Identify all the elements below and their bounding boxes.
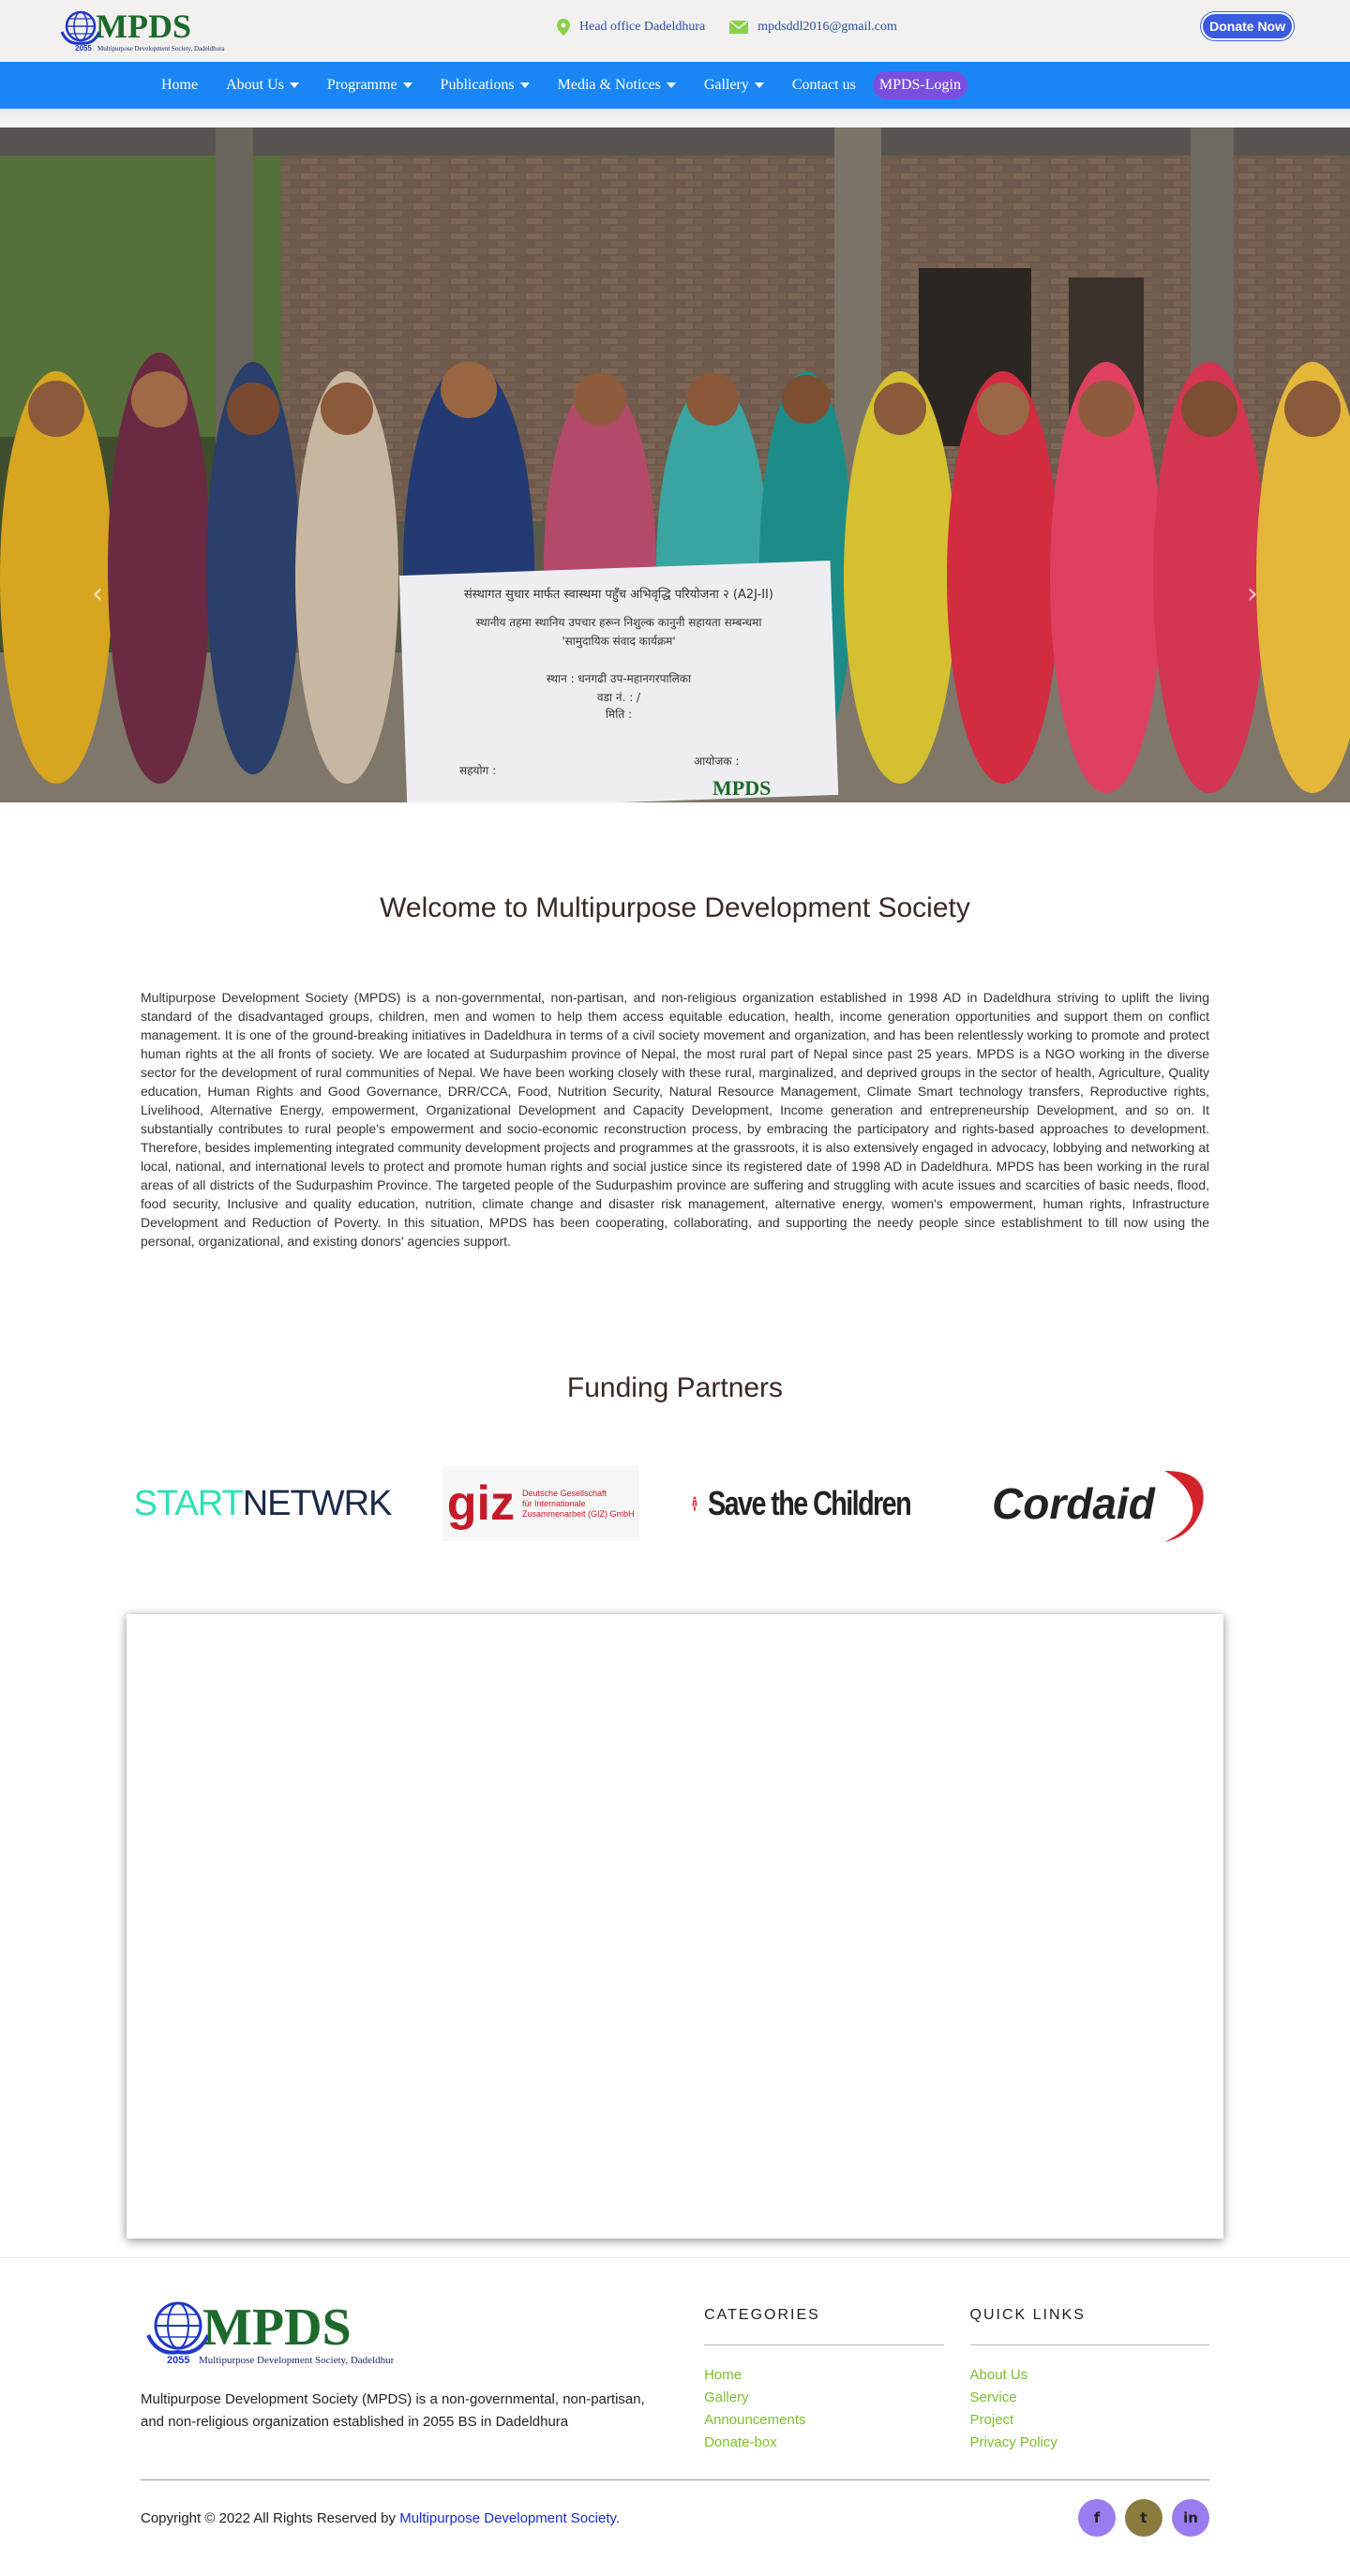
quick-link-about-us[interactable]: About Us: [970, 2364, 1209, 2387]
twitter-icon[interactable]: t: [1125, 2499, 1162, 2537]
copyright: Copyright © 2022 All Rights Reserved by …: [141, 2510, 620, 2526]
donate-button[interactable]: Donate Now: [1201, 12, 1294, 40]
nav-login-button[interactable]: MPDS-Login: [872, 71, 968, 99]
footer-about-text: Multipurpose Development Society (MPDS) …: [141, 2391, 645, 2430]
about-paragraph: Multipurpose Development Society (MPDS) …: [141, 990, 1209, 1249]
caret-down-icon: [519, 82, 530, 88]
copyright-row: Copyright © 2022 All Rights Reserved by …: [141, 2479, 1209, 2555]
category-link-donate-box[interactable]: Donate-box: [704, 2432, 943, 2454]
nav-contact-us[interactable]: Contact us: [781, 69, 867, 101]
cordaid-swirl-icon: [1163, 1471, 1204, 1542]
footer-logo[interactable]: MPDS 2055 Multipurpose Development Socie…: [141, 2296, 398, 2371]
nav-media-notices[interactable]: Media & Notices: [547, 69, 687, 101]
cordaid-logo[interactable]: Cordaid: [989, 1461, 1214, 1546]
banner-line-6: मिति :: [606, 708, 632, 721]
start-network-rk: RK: [343, 1483, 393, 1523]
welcome-title: Welcome to Multipurpose Development Soci…: [380, 892, 970, 923]
footer: MPDS 2055 Multipurpose Development Socie…: [0, 2257, 1350, 2555]
logo-year: 2055: [75, 44, 92, 52]
partners-row: START NETW RK giz Deutsche Gesellschaft …: [133, 1429, 1214, 1579]
footer-logo-subtitle: Multipurpose Development Society, Dadeld…: [199, 2355, 394, 2366]
top-bar: MPDS 2055 Multipurpose Development Socie…: [0, 0, 1350, 62]
logo-text: MPDS: [96, 7, 191, 45]
quick-links-title: QUICK LINKS: [969, 2307, 1209, 2345]
logo-subtitle: Multipurpose Development Society, Dadeld…: [98, 45, 226, 52]
copyright-link[interactable]: Multipurpose Development Society.: [399, 2510, 620, 2526]
facebook-icon[interactable]: f: [1078, 2499, 1116, 2537]
banner-right: आयोजक :: [694, 755, 739, 768]
main-navbar: Home About Us Programme Publications Med…: [0, 62, 1350, 109]
banner-left: सहयोग :: [459, 764, 496, 777]
carousel-next-icon[interactable]: ›: [1230, 577, 1258, 610]
address-text: Head office Dadeldhura: [579, 20, 706, 34]
caret-down-icon: [289, 82, 299, 88]
banner-logo: MPDS: [712, 776, 771, 800]
banner-line-1: संस्थागत सुधार मार्फत स्वास्थमा पहुँच अभ…: [464, 587, 773, 603]
caret-down-icon: [754, 82, 764, 88]
email-text[interactable]: mpdsddl2016@gmail.com: [758, 20, 897, 35]
caret-down-icon: [666, 82, 676, 88]
quick-link-service[interactable]: Service: [970, 2387, 1209, 2409]
location-pin-icon: [557, 19, 570, 36]
banner-line-2: स्थानीय तहमा स्थानिय उपचार हरून निशुल्क …: [476, 616, 763, 630]
nav-home[interactable]: Home: [150, 69, 209, 101]
caret-down-icon: [402, 82, 412, 88]
categories-title: CATEGORIES: [704, 2307, 944, 2345]
save-the-children-text: Save the Children: [708, 1484, 912, 1522]
quick-link-privacy-policy[interactable]: Privacy Policy: [970, 2432, 1209, 2454]
giz-mark: giz: [446, 1476, 515, 1531]
nav-programme-label: Programme: [326, 77, 398, 93]
nav-gallery[interactable]: Gallery: [693, 69, 775, 101]
hero-photo: संस्थागत सुधार मार्फत स्वास्थमा पहुँच अभ…: [0, 127, 1350, 802]
banner-line-5: वडा नं. : /: [597, 691, 641, 704]
banner-line-3: 'सामुदायिक संवाद कार्यक्रम': [562, 635, 675, 649]
giz-line-1: Deutsche Gesellschaft: [522, 1488, 608, 1498]
nav-contact-us-label: Contact us: [791, 77, 856, 93]
mpds-logo[interactable]: MPDS 2055 Multipurpose Development Socie…: [60, 6, 238, 56]
partners-title: Funding Partners: [566, 1372, 784, 1403]
nav-programme[interactable]: Programme: [316, 69, 424, 101]
nav-shadow: [0, 109, 1350, 127]
footer-quick-links: QUICK LINKS About Us Service Project Pri…: [969, 2296, 1209, 2464]
program-banner: संस्थागत सुधार मार्फत स्वास्थमा पहुँच अभ…: [398, 561, 839, 802]
map-embed[interactable]: [127, 1614, 1223, 2239]
save-the-children-figure-icon: [692, 1496, 698, 1511]
footer-logo-text: MPDS: [202, 2299, 352, 2357]
category-link-gallery[interactable]: Gallery: [704, 2387, 943, 2409]
category-link-announcements[interactable]: Announcements: [704, 2409, 943, 2432]
start-network-start: START: [133, 1483, 244, 1523]
footer-logo-year: 2055: [167, 2355, 189, 2366]
copyright-text: Copyright © 2022 All Rights Reserved by: [141, 2509, 397, 2526]
nav-gallery-label: Gallery: [703, 77, 749, 93]
cordaid-text: Cordaid: [992, 1479, 1155, 1528]
mail-icon: [729, 21, 749, 34]
nav-about-us-label: About Us: [226, 77, 284, 93]
giz-text: Deutsche Gesellschaft für Internationale…: [522, 1489, 635, 1520]
linkedin-icon[interactable]: in: [1172, 2499, 1209, 2537]
hero-carousel[interactable]: संस्थागत सुधार मार्फत स्वास्थमा पहुँच अभ…: [0, 127, 1350, 802]
nav-publications-label: Publications: [440, 77, 515, 93]
social-links: f t in: [1078, 2499, 1209, 2537]
footer-categories: CATEGORIES Home Gallery Announcements Do…: [704, 2296, 944, 2464]
category-link-home[interactable]: Home: [704, 2364, 943, 2387]
banner-line-4: स्थान : धनगढी उप-महानगरपालिका: [547, 672, 692, 685]
carousel-prev-icon[interactable]: ‹: [92, 577, 120, 610]
contact-info: Head office Dadeldhura mpdsddl2016@gmail…: [557, 19, 897, 36]
nav-home-label: Home: [161, 77, 199, 93]
nav-publications[interactable]: Publications: [429, 69, 541, 101]
quick-link-project[interactable]: Project: [970, 2409, 1209, 2432]
save-the-children-logo[interactable]: Save the Children: [692, 1430, 936, 1577]
nav-about-us[interactable]: About Us: [215, 69, 310, 101]
giz-line-3: Zusammenarbeit (GIZ) GmbH: [522, 1508, 635, 1519]
giz-line-2: für Internationale: [522, 1498, 586, 1508]
start-network-logo[interactable]: START NETW RK: [133, 1483, 393, 1524]
email-item[interactable]: mpdsddl2016@gmail.com: [729, 20, 897, 35]
start-network-netw: NETW: [242, 1483, 345, 1523]
footer-columns: MPDS 2055 Multipurpose Development Socie…: [141, 2296, 1209, 2464]
address-item: Head office Dadeldhura: [557, 19, 705, 36]
nav-media-notices-label: Media & Notices: [557, 77, 661, 93]
footer-about: MPDS 2055 Multipurpose Development Socie…: [141, 2296, 678, 2464]
giz-logo[interactable]: giz Deutsche Gesellschaft für Internatio…: [442, 1466, 639, 1541]
